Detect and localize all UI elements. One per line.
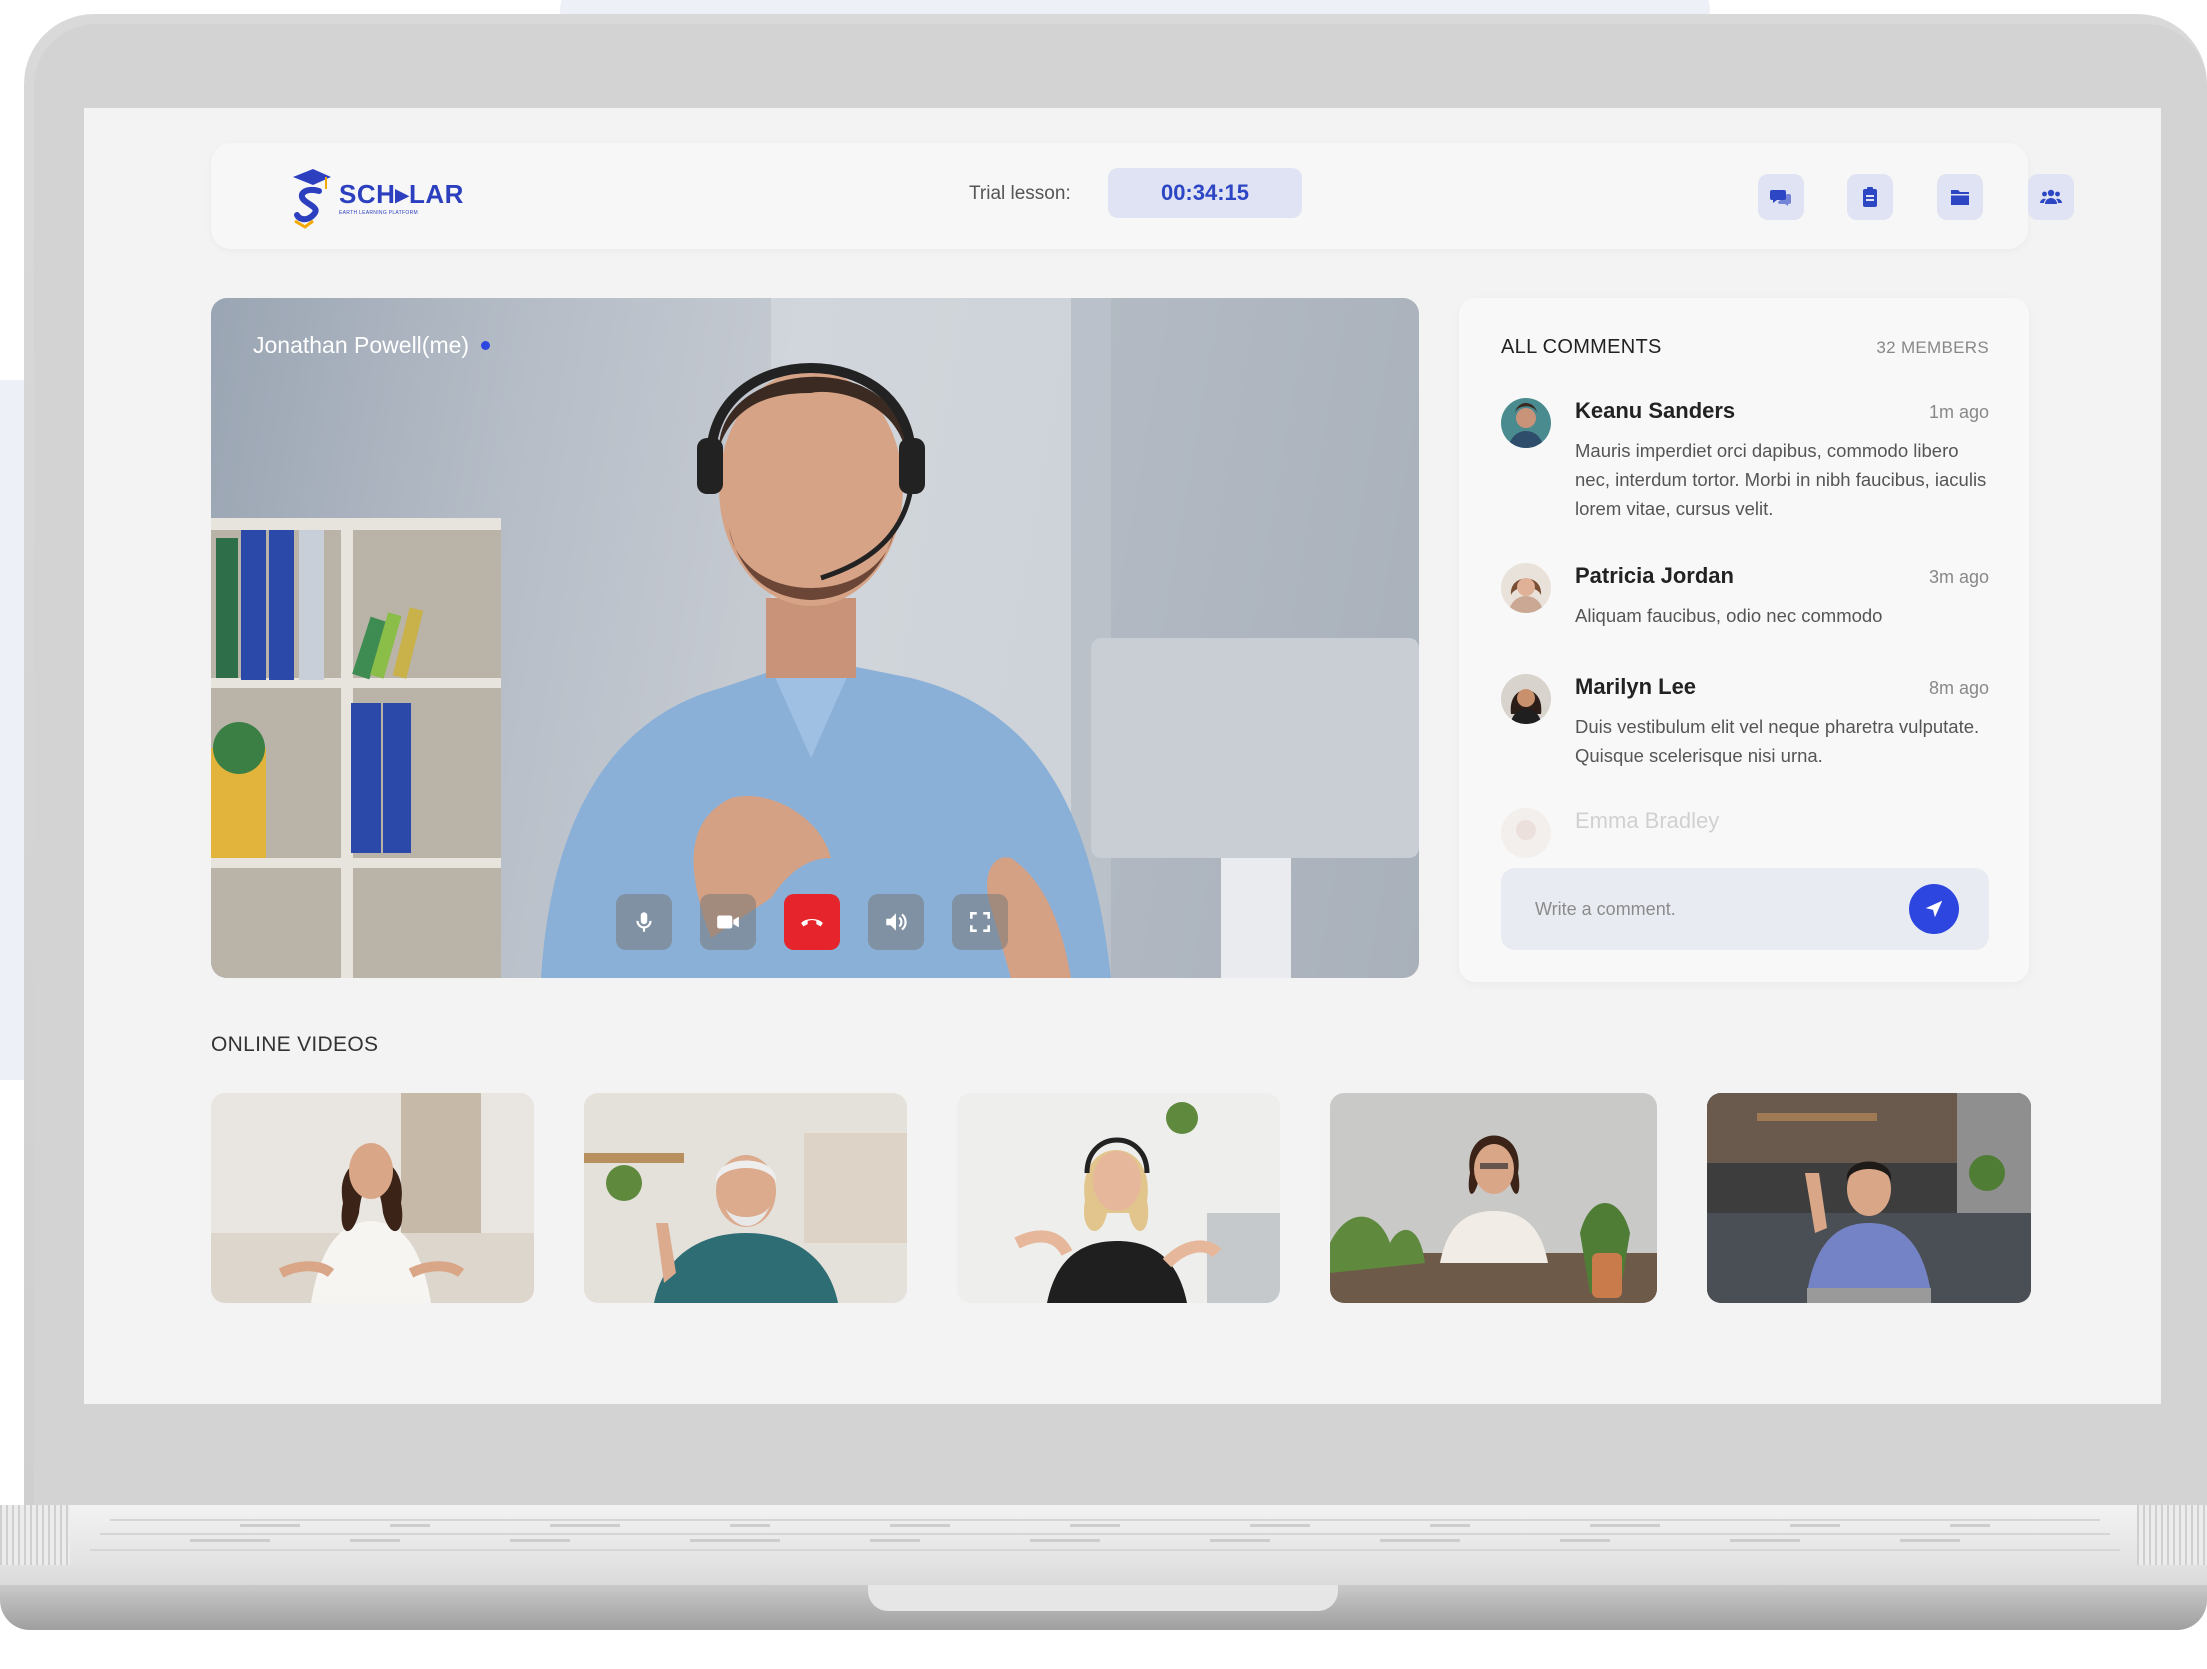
video-thumbnail[interactable] [1707,1093,2031,1303]
microphone-icon [636,912,652,932]
logo-text: SCH▸LAR [339,178,464,209]
participant-name: Jonathan Powell(me) [253,332,491,359]
camera-icon [717,915,739,929]
app-logo[interactable]: SCH▸LAR EARTH LEARNING PLATFORM [291,165,464,229]
comment-item: Emma Bradley [1501,808,1989,858]
video-thumbnail[interactable] [211,1093,534,1303]
members-count: 32 MEMBERS [1876,338,1989,357]
laptop-notch [868,1585,1338,1611]
main-video[interactable]: Jonathan Powell(me) [211,298,1419,978]
comment-item: Patricia Jordan 3m ago Aliquam faucibus,… [1501,563,1989,643]
video-thumbnail[interactable] [957,1093,1280,1303]
speaker-grill [2137,1505,2207,1565]
users-icon [2040,189,2062,204]
participant-video-image [1707,1093,2031,1303]
app-screen: SCH▸LAR EARTH LEARNING PLATFORM Trial le… [84,108,2161,1404]
end-call-icon [801,919,823,927]
participant-video-image [584,1093,907,1303]
live-indicator [481,341,491,350]
camera-button[interactable] [700,894,756,950]
comment-time: 3m ago [1928,567,1989,587]
comments-title: ALL COMMENTS [1501,336,1662,358]
participant-video-image [211,1093,534,1303]
chat-icon [1770,190,1791,206]
top-bar: SCH▸LAR EARTH LEARNING PLATFORM Trial le… [211,143,2074,249]
comment-input[interactable] [1535,868,1905,950]
chat-button[interactable] [1758,174,1804,220]
clipboard-icon [1863,187,1877,207]
send-button[interactable] [1909,884,1959,934]
volume-icon [886,913,907,931]
folder-icon [1951,190,1969,205]
folder-button[interactable] [1937,174,1983,220]
call-controls [616,894,1008,950]
comment-input-box [1501,868,1989,950]
lesson-timer: 00:34:15 [1108,168,1302,218]
send-icon [1925,900,1943,918]
comment-text: Aliquam faucibus, odio nec commodo [1575,605,1883,626]
participant-label: Jonathan Powell(me) [253,332,470,358]
comment-text: Mauris imperdiet orci dapibus, commodo l… [1575,440,1987,519]
video-feed-image [211,298,1419,978]
avatar [1501,398,1551,448]
graduation-cap-icon [293,169,331,229]
video-thumbnail[interactable] [1330,1093,1657,1303]
clipboard-button[interactable] [1847,174,1893,220]
comment-time: 8m ago [1928,678,1989,698]
comment-author: Patricia Jordan [1575,563,1734,588]
mute-button[interactable] [616,894,672,950]
comment-author: Emma Bradley [1575,808,1720,833]
comment-time: 1m ago [1928,402,1989,422]
comments-panel: ALL COMMENTS 32 MEMBERS Keanu Sanders 1m… [1459,298,2029,982]
comment-text: Duis vestibulum elit vel neque pharetra … [1575,716,1980,766]
avatar [1501,674,1551,724]
volume-button[interactable] [868,894,924,950]
fullscreen-icon [970,912,990,932]
comment-item: Marilyn Lee 8m ago Duis vestibulum elit … [1501,674,1989,784]
keyboard-hint [90,1519,2120,1551]
comment-author: Marilyn Lee [1575,674,1697,699]
participants-button[interactable] [2028,174,2074,220]
participant-video-image [957,1093,1280,1303]
logo-tagline: EARTH LEARNING PLATFORM [339,209,418,216]
online-videos-title: ONLINE VIDEOS [211,1033,379,1056]
fullscreen-button[interactable] [952,894,1008,950]
video-thumbnail[interactable] [584,1093,907,1303]
comment-author: Keanu Sanders [1575,398,1736,423]
avatar [1501,563,1551,613]
avatar [1501,808,1551,858]
participant-video-image [1330,1093,1657,1303]
trial-lesson-label: Trial lesson: [969,183,1071,204]
end-call-button[interactable] [784,894,840,950]
speaker-grill [0,1505,70,1565]
comment-item: Keanu Sanders 1m ago Mauris imperdiet or… [1501,398,1989,528]
